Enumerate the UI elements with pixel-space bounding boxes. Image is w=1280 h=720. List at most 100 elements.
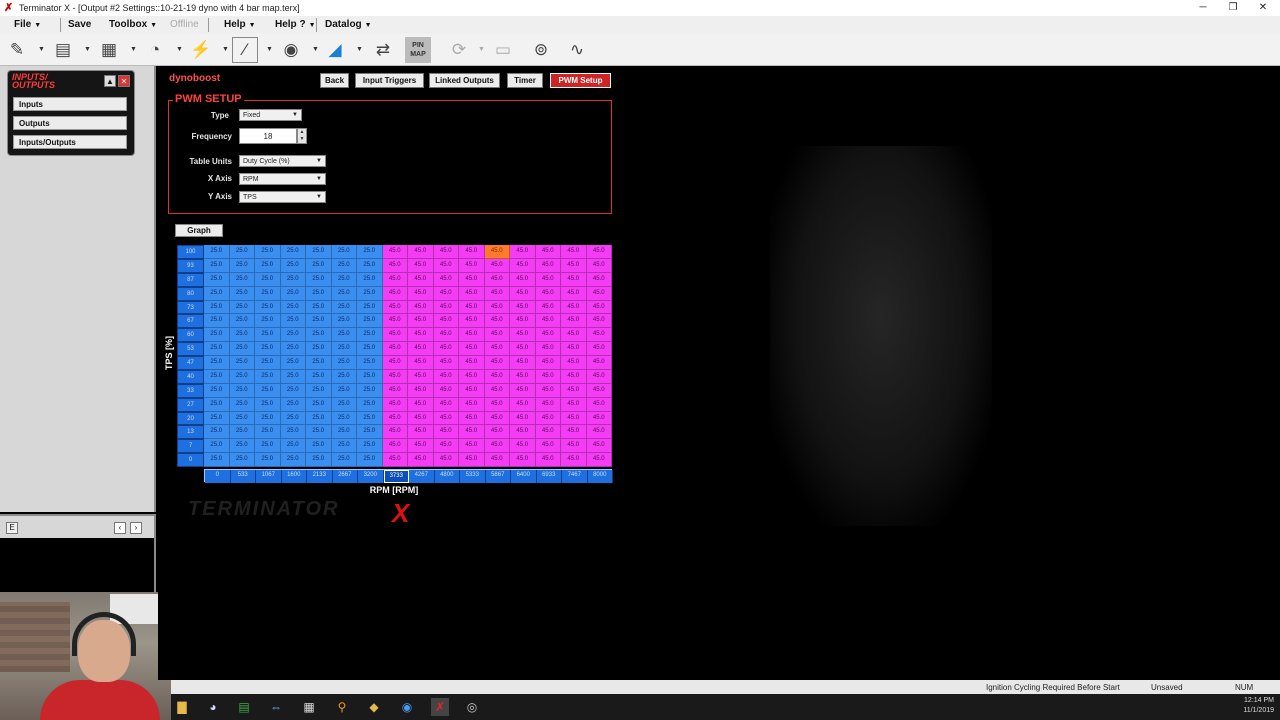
table-cell[interactable]: 45.0 [382, 314, 408, 329]
table-cell[interactable]: 45.0 [484, 272, 510, 287]
table-cell[interactable]: 45.0 [510, 258, 536, 273]
table-cell[interactable]: 25.0 [255, 383, 281, 398]
chevron-down-icon[interactable]: ▼ [38, 46, 45, 53]
inputs-button[interactable]: Inputs [13, 97, 127, 111]
table-cell[interactable]: 45.0 [561, 258, 587, 273]
table-cell[interactable]: 25.0 [357, 411, 383, 426]
table-cell[interactable]: 45.0 [510, 397, 536, 412]
table-cell[interactable]: 45.0 [408, 425, 434, 440]
table-cell[interactable]: 45.0 [535, 300, 561, 315]
table-cell[interactable]: 45.0 [382, 356, 408, 370]
table-cell[interactable]: 45.0 [484, 245, 510, 259]
table-cell[interactable]: 45.0 [510, 286, 536, 301]
folder-icon[interactable]: ▇ [173, 698, 191, 716]
table-cell[interactable]: 45.0 [382, 300, 408, 315]
table-cell[interactable]: 25.0 [331, 397, 357, 412]
table-cell[interactable]: 25.0 [306, 411, 332, 426]
table-cell[interactable]: 25.0 [204, 245, 230, 259]
table-cell[interactable]: 45.0 [535, 258, 561, 273]
table-cell[interactable]: 45.0 [433, 397, 459, 412]
table-cell[interactable]: 45.0 [484, 383, 510, 398]
rpm-breakpoint[interactable]: 1067 [256, 470, 282, 483]
table-cell[interactable]: 25.0 [331, 286, 357, 301]
table-cell[interactable]: 45.0 [535, 328, 561, 343]
tps-breakpoint[interactable]: 7 [177, 439, 204, 454]
table-cell[interactable]: 25.0 [306, 342, 332, 356]
table-cell[interactable]: 25.0 [204, 272, 230, 287]
tps-breakpoint[interactable]: 0 [177, 453, 204, 467]
table-cell[interactable]: 25.0 [357, 300, 383, 315]
table-cell[interactable]: 25.0 [280, 286, 306, 301]
table-cell[interactable]: 45.0 [433, 300, 459, 315]
table-cell[interactable]: 45.0 [510, 439, 536, 454]
table-cell[interactable]: 25.0 [255, 314, 281, 329]
wedge-icon[interactable]: ◢ [322, 37, 348, 63]
table-cell[interactable]: 25.0 [204, 286, 230, 301]
table-cell[interactable]: 45.0 [510, 272, 536, 287]
table-cell[interactable]: 45.0 [484, 411, 510, 426]
tape-icon[interactable]: ⊚ [528, 37, 554, 63]
table-units-select[interactable]: Duty Cycle (%) ▼ [239, 155, 326, 167]
table-cell[interactable]: 25.0 [357, 453, 383, 467]
table-cell[interactable]: 25.0 [306, 439, 332, 454]
table-cell[interactable]: 25.0 [229, 258, 255, 273]
table-cell[interactable]: 25.0 [331, 342, 357, 356]
table-cell[interactable]: 45.0 [408, 258, 434, 273]
table-cell[interactable]: 25.0 [204, 397, 230, 412]
table-cell[interactable]: 45.0 [382, 425, 408, 440]
table-cell[interactable]: 45.0 [382, 453, 408, 467]
table-cell[interactable]: 25.0 [229, 397, 255, 412]
table-cell[interactable]: 25.0 [306, 397, 332, 412]
menu-save[interactable]: Save [68, 19, 91, 30]
table-cell[interactable]: 45.0 [535, 314, 561, 329]
table-cell[interactable]: 45.0 [561, 286, 587, 301]
tab-linked-outputs[interactable]: Linked Outputs [429, 73, 500, 88]
table-cell[interactable]: 25.0 [280, 328, 306, 343]
table-cell[interactable]: 25.0 [357, 425, 383, 440]
chevron-down-icon[interactable]: ▼ [176, 46, 183, 53]
table-cell[interactable]: 45.0 [459, 383, 485, 398]
table-cell[interactable]: 25.0 [306, 383, 332, 398]
menu-help-question[interactable]: Help ? ▼ [275, 19, 316, 30]
table-cell[interactable]: 45.0 [561, 383, 587, 398]
table-cell[interactable]: 45.0 [561, 425, 587, 440]
expand-button[interactable]: E [6, 522, 18, 534]
table-cell[interactable]: 45.0 [433, 356, 459, 370]
table-cell[interactable]: 25.0 [204, 453, 230, 467]
table-cell[interactable]: 45.0 [586, 286, 612, 301]
table-cell[interactable]: 25.0 [229, 286, 255, 301]
rpm-breakpoint[interactable]: 4267 [409, 470, 435, 483]
rpm-breakpoint[interactable]: 2667 [332, 470, 358, 483]
table-cell[interactable]: 45.0 [408, 314, 434, 329]
spreadsheet-icon[interactable]: ▤ [235, 698, 253, 716]
table-cell[interactable]: 45.0 [408, 300, 434, 315]
table-cell[interactable]: 25.0 [331, 383, 357, 398]
table-cell[interactable]: 25.0 [255, 328, 281, 343]
table-cell[interactable]: 25.0 [255, 245, 281, 259]
table-cell[interactable]: 45.0 [382, 258, 408, 273]
table-cell[interactable]: 25.0 [306, 453, 332, 467]
table-cell[interactable]: 25.0 [255, 356, 281, 370]
rpm-breakpoint[interactable]: 3200 [358, 470, 384, 483]
table-cell[interactable]: 25.0 [331, 314, 357, 329]
table-cell[interactable]: 45.0 [561, 356, 587, 370]
table-cell[interactable]: 45.0 [535, 397, 561, 412]
table-cell[interactable]: 45.0 [561, 328, 587, 343]
table-cell[interactable]: 45.0 [459, 258, 485, 273]
table-cell[interactable]: 25.0 [255, 425, 281, 440]
table-cell[interactable]: 45.0 [535, 286, 561, 301]
table-cell[interactable]: 45.0 [382, 439, 408, 454]
table-cell[interactable]: 45.0 [535, 439, 561, 454]
table-cell[interactable]: 25.0 [357, 383, 383, 398]
table-cell[interactable]: 45.0 [433, 369, 459, 384]
table-cell[interactable]: 45.0 [484, 300, 510, 315]
table-cell[interactable]: 25.0 [204, 356, 230, 370]
table-cell[interactable]: 45.0 [561, 439, 587, 454]
table-cell[interactable]: 25.0 [229, 425, 255, 440]
table-cell[interactable]: 25.0 [204, 411, 230, 426]
table-cell[interactable]: 45.0 [459, 314, 485, 329]
table-cell[interactable]: 25.0 [357, 397, 383, 412]
table-cell[interactable]: 25.0 [229, 342, 255, 356]
sketch-icon[interactable]: ◆ [365, 698, 383, 716]
table-cell[interactable]: 45.0 [433, 328, 459, 343]
